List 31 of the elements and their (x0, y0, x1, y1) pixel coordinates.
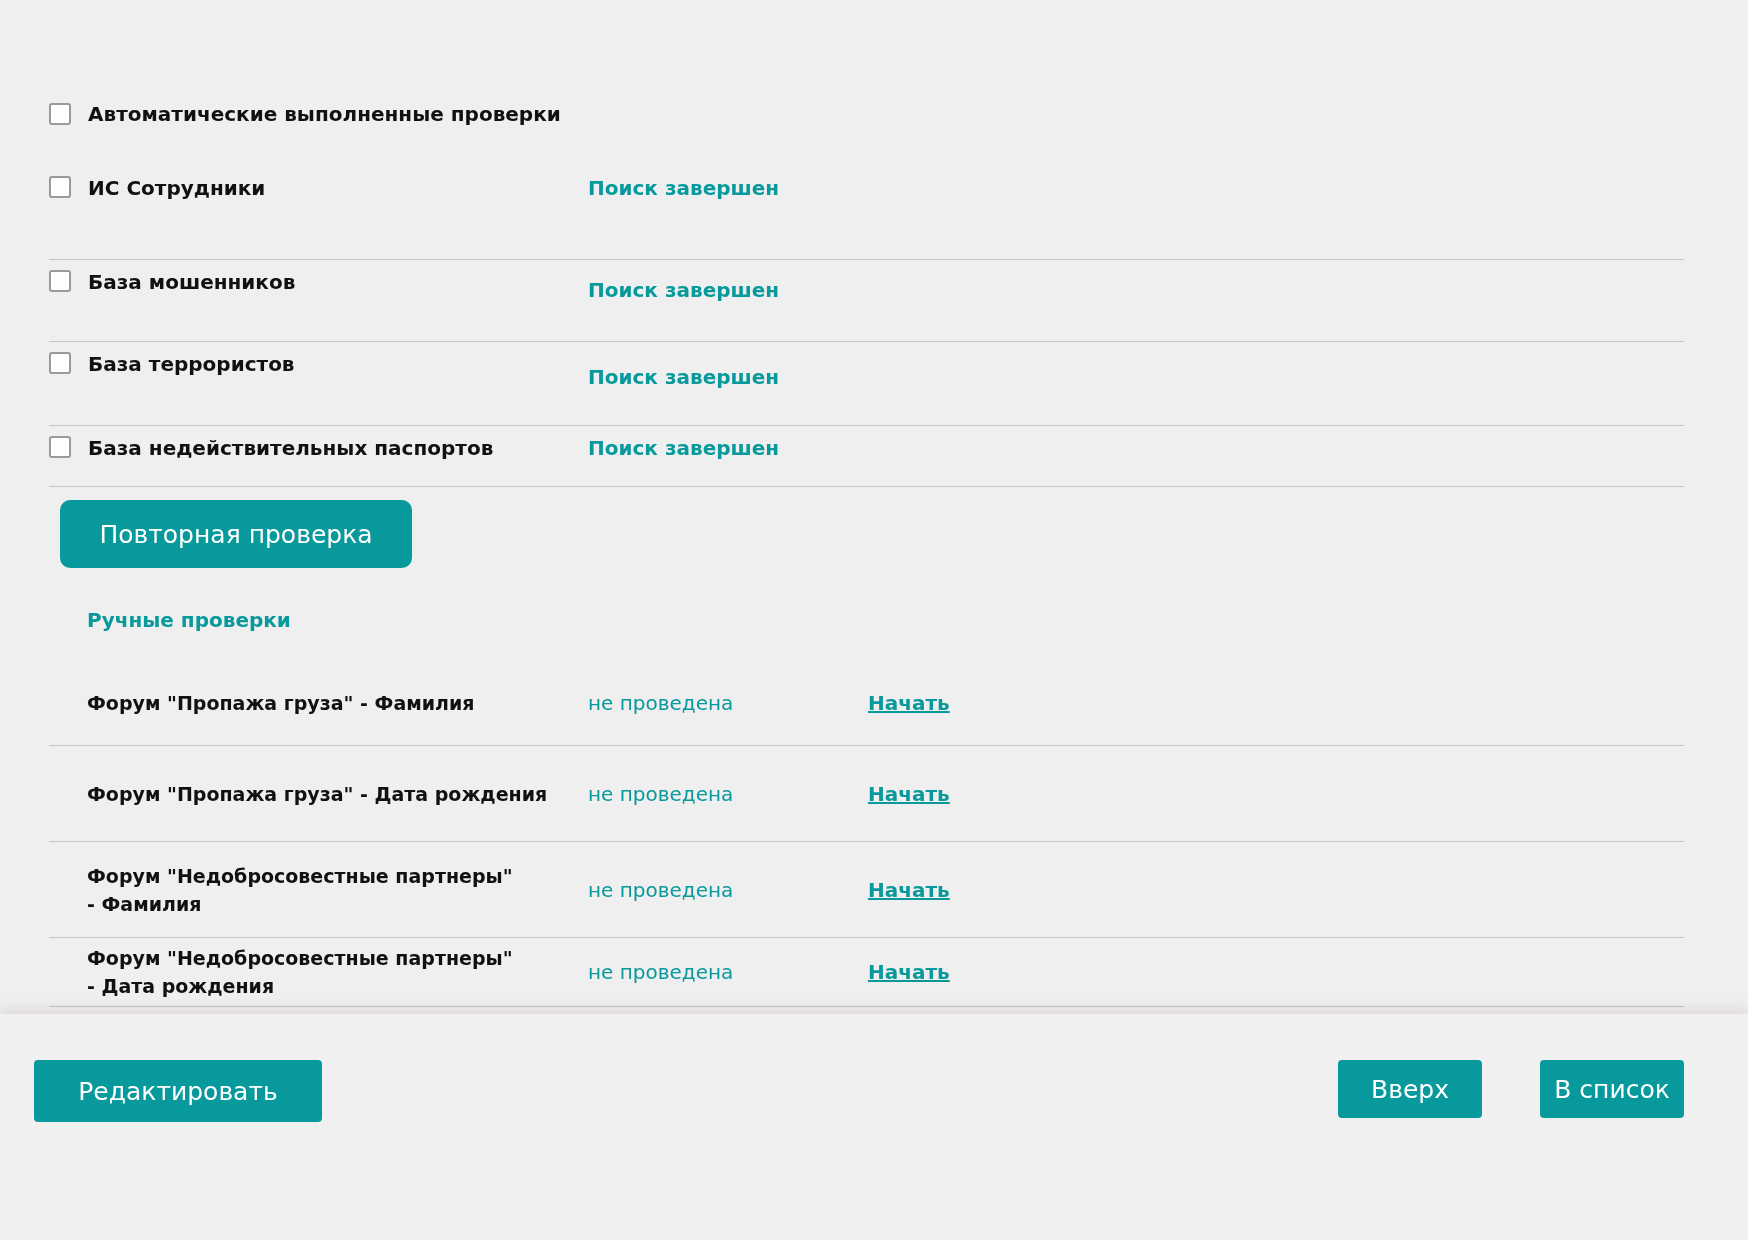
checkbox[interactable] (49, 103, 71, 125)
checkbox[interactable] (49, 352, 71, 374)
check-status: Поиск завершен (588, 278, 781, 302)
check-name: Форум "Пропажа груза" - Дата рождения (87, 781, 549, 807)
check-name: База мошенников (88, 270, 297, 294)
section-title: Ручные проверки (87, 608, 292, 632)
check-name: ИС Сотрудники (88, 176, 267, 200)
check-name: Форум "Недобросовестные партнеры" - Фамилия (87, 863, 514, 917)
check-name: Форум "Недобросовестные партнеры" - Дата рождения (87, 946, 514, 999)
check-status: Поиск завершен (588, 176, 781, 200)
checkbox[interactable] (49, 436, 71, 458)
start-link[interactable]: Начать (868, 960, 950, 984)
check-status: Поиск завершен (588, 436, 781, 460)
list-button[interactable]: В список (1540, 1060, 1684, 1118)
start-link[interactable]: Начать (868, 781, 950, 806)
checkbox[interactable] (49, 176, 71, 198)
start-link[interactable]: Начать (868, 877, 950, 902)
start-link[interactable]: Начать (868, 690, 950, 715)
check-status: не проведена (588, 877, 735, 902)
check-name: База недействительных паспортов (88, 436, 495, 460)
checkbox[interactable] (49, 270, 71, 292)
section-title: Автоматические выполненные проверки (88, 102, 562, 126)
check-status: не проведена (588, 781, 735, 806)
check-name: База террористов (88, 352, 296, 376)
up-button[interactable]: Вверх (1338, 1060, 1482, 1118)
check-status: Поиск завершен (588, 365, 781, 389)
check-status: не проведена (588, 690, 735, 715)
recheck-button[interactable]: Повторная проверка (60, 500, 412, 568)
check-name: Форум "Пропажа груза" - Фамилия (87, 690, 476, 716)
check-status: не проведена (588, 960, 735, 984)
edit-button[interactable]: Редактировать (34, 1060, 322, 1122)
